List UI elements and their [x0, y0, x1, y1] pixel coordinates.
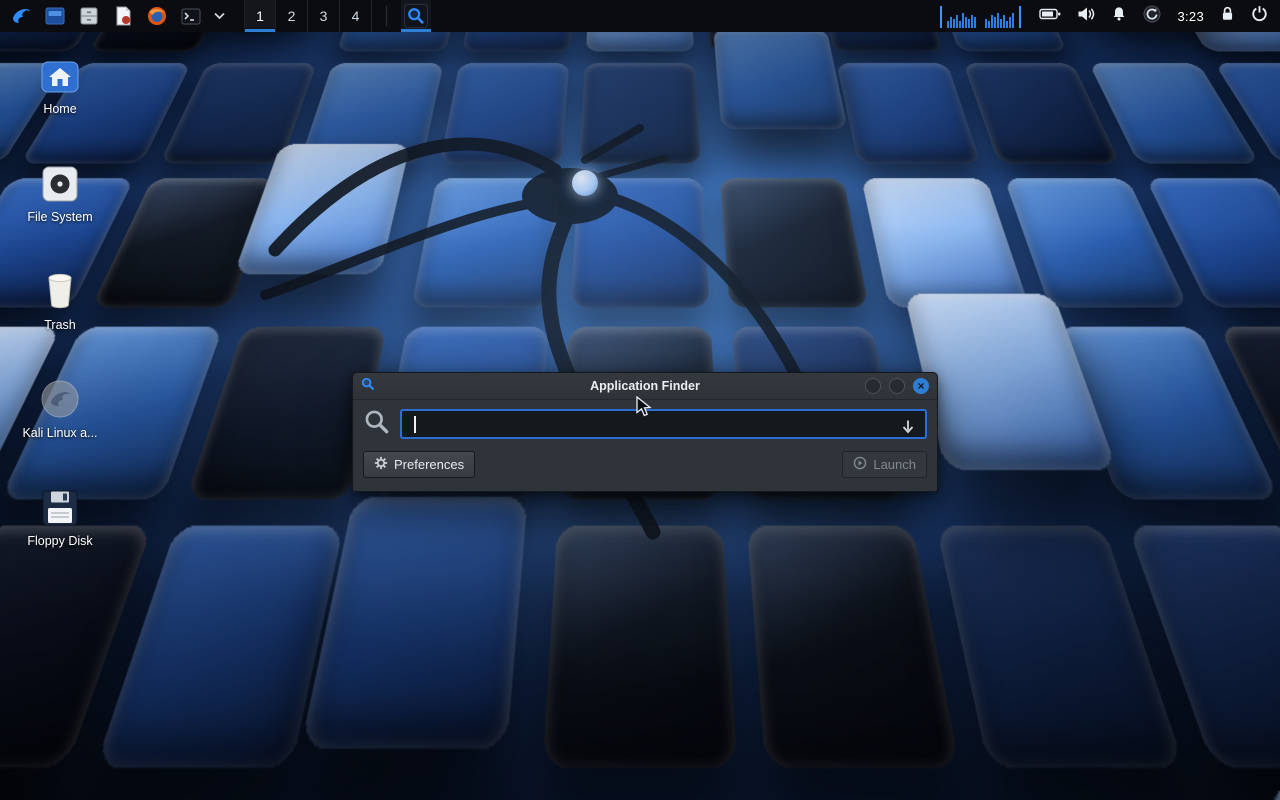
titlebar[interactable]: Application Finder ×	[353, 373, 937, 400]
system-graph	[985, 13, 1014, 28]
desktop-icon-label: File System	[27, 210, 92, 224]
panel-separator	[386, 6, 387, 26]
taskbar-application-finder[interactable]	[401, 0, 431, 32]
workspace-1[interactable]: 1	[244, 0, 276, 32]
preferences-button[interactable]: Preferences	[363, 451, 475, 478]
graph-cap	[940, 6, 942, 28]
glass-sphere	[572, 170, 598, 196]
window-title: Application Finder	[353, 379, 937, 393]
desktop-icon-kali-volume[interactable]: Kali Linux a...	[12, 374, 108, 440]
app-window-icon[interactable]	[42, 3, 68, 29]
desktop-icon-home[interactable]: Home	[12, 50, 108, 116]
logout-power-icon[interactable]	[1251, 5, 1268, 27]
workspace-3[interactable]: 3	[308, 0, 340, 32]
lock-icon[interactable]	[1220, 5, 1235, 27]
close-button[interactable]: ×	[913, 378, 929, 394]
volume-disc-icon	[39, 374, 81, 420]
desktop-icon-label: Floppy Disk	[27, 534, 92, 548]
desktop-icon-column: Home File System Trash Kali Linux a... F…	[12, 50, 108, 548]
launch-icon	[853, 456, 867, 473]
system-graph	[947, 13, 976, 28]
workspace-2[interactable]: 2	[276, 0, 308, 32]
desktop-icon-floppy[interactable]: Floppy Disk	[12, 482, 108, 548]
dropdown-arrow-icon[interactable]	[897, 415, 919, 437]
desktop-icon-label: Kali Linux a...	[22, 426, 97, 440]
home-icon	[39, 50, 81, 96]
text-caret	[414, 416, 416, 433]
file-cabinet-icon[interactable]	[76, 3, 102, 29]
clock[interactable]: 3:23	[1177, 9, 1204, 24]
top-panel: 1234 3:23	[0, 0, 1280, 32]
terminal-icon[interactable]	[178, 3, 204, 29]
volume-icon[interactable]	[1077, 6, 1095, 27]
battery-icon[interactable]	[1039, 7, 1061, 26]
desktop-root: 1234 3:23	[0, 0, 1280, 800]
drive-icon	[40, 158, 80, 204]
search-icon	[363, 408, 390, 440]
terminal-dropdown-chevron-icon[interactable]	[212, 3, 226, 29]
kali-menu-icon[interactable]	[8, 3, 34, 29]
desktop-icon-trash[interactable]: Trash	[12, 266, 108, 332]
launch-button[interactable]: Launch	[842, 451, 927, 478]
system-monitor	[940, 4, 1021, 28]
text-editor-icon[interactable]	[110, 3, 136, 29]
maximize-button[interactable]	[889, 378, 905, 394]
desktop-icon-label: Home	[43, 102, 76, 116]
application-finder-icon	[404, 4, 428, 28]
graph-cap	[1019, 6, 1021, 28]
workspace-switcher: 1234	[244, 0, 372, 32]
minimize-button[interactable]	[865, 378, 881, 394]
search-input[interactable]	[400, 409, 927, 439]
system-tray: 3:23	[1039, 5, 1268, 28]
launch-label: Launch	[873, 457, 916, 472]
notifications-bell-icon[interactable]	[1111, 6, 1127, 27]
preferences-label: Preferences	[394, 457, 464, 472]
updates-icon[interactable]	[1143, 5, 1161, 28]
application-finder-window: Application Finder ×	[352, 372, 938, 492]
trash-icon	[40, 266, 80, 312]
desktop-icon-file-system[interactable]: File System	[12, 158, 108, 224]
window-magnifier-icon	[361, 377, 375, 396]
desktop-icon-label: Trash	[44, 318, 76, 332]
gear-icon	[374, 456, 388, 473]
workspace-4[interactable]: 4	[340, 0, 372, 32]
firefox-icon[interactable]	[144, 3, 170, 29]
floppy-icon	[40, 482, 80, 528]
